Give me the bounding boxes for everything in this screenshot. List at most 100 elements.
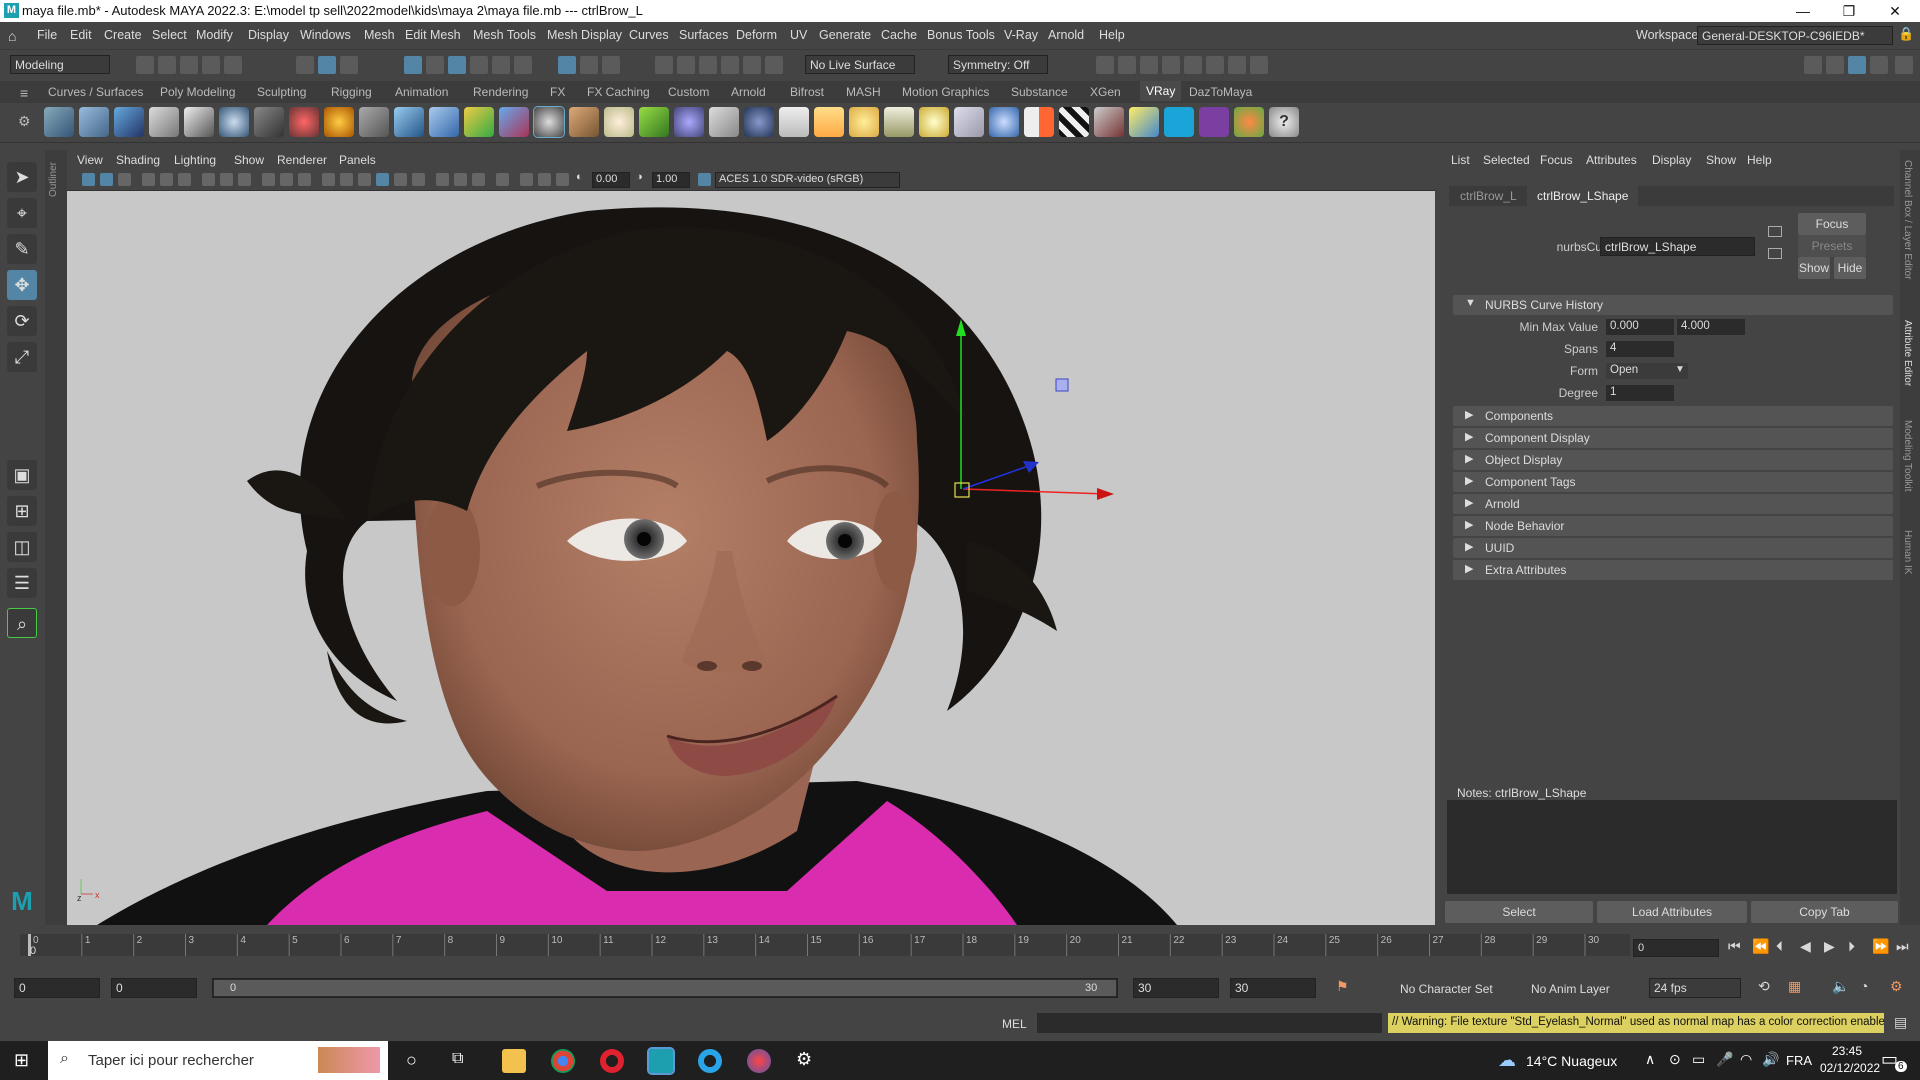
xray-components-icon[interactable] bbox=[556, 173, 569, 186]
shelf-tab-poly-modeling[interactable]: Poly Modeling bbox=[160, 85, 235, 99]
viewport-menu-show[interactable]: Show bbox=[234, 153, 264, 167]
symmetry-dropdown[interactable]: Symmetry: Off bbox=[948, 55, 1048, 74]
outliner-strip[interactable]: Outliner bbox=[45, 150, 67, 925]
chrome-icon[interactable] bbox=[551, 1049, 575, 1073]
section-arnold[interactable]: ▶ Arnold bbox=[1453, 494, 1893, 514]
shelf-tab-motion-graphics[interactable]: Motion Graphics bbox=[902, 85, 989, 99]
channel-box-icon[interactable] bbox=[1895, 56, 1913, 74]
vray-fur-icon[interactable] bbox=[429, 107, 459, 137]
character-set-dropdown[interactable]: No Character Set bbox=[1400, 982, 1493, 996]
tool-settings-icon[interactable] bbox=[1870, 56, 1888, 74]
section-components[interactable]: ▶ Components bbox=[1453, 406, 1893, 426]
minimize-button[interactable]: — bbox=[1780, 0, 1826, 22]
wifi-icon[interactable]: ◠ bbox=[1740, 1051, 1752, 1068]
settings-gear-icon[interactable]: ⚙ bbox=[796, 1049, 812, 1070]
playback-speed-icon[interactable]: ◔ bbox=[1860, 978, 1868, 994]
film-gate-icon[interactable] bbox=[220, 173, 233, 186]
scale-tool-icon[interactable]: ⤢ bbox=[7, 342, 37, 372]
fps-dropdown[interactable]: 24 fps bbox=[1649, 978, 1741, 998]
vray-ball-icon[interactable] bbox=[744, 107, 774, 137]
vray-checker-icon[interactable] bbox=[1059, 107, 1089, 137]
render-icon[interactable] bbox=[721, 56, 739, 74]
menu-vray[interactable]: V-Ray bbox=[1004, 28, 1038, 42]
presets-button[interactable]: Presets bbox=[1798, 235, 1866, 257]
step-forward-frame-icon[interactable]: ⏵ bbox=[1848, 938, 1855, 955]
viewport-menu-lighting[interactable]: Lighting bbox=[174, 153, 216, 167]
grease-pencil-icon[interactable] bbox=[178, 173, 191, 186]
shelf-tab-mash[interactable]: MASH bbox=[846, 85, 881, 99]
human-ik-tab[interactable]: Human IK bbox=[1902, 530, 1913, 574]
maya-taskbar-icon[interactable] bbox=[647, 1047, 675, 1075]
open-scene-icon[interactable] bbox=[158, 56, 176, 74]
current-frame-field[interactable]: 0 bbox=[1633, 939, 1719, 957]
ambient-occlusion-icon[interactable] bbox=[436, 173, 449, 186]
vray-gear-icon[interactable] bbox=[674, 107, 704, 137]
vray-sun-icon[interactable] bbox=[919, 107, 949, 137]
task-view-icon[interactable]: ⧉ bbox=[452, 1050, 463, 1068]
input-language[interactable]: FRA bbox=[1786, 1053, 1812, 1068]
gamma-field[interactable]: 1.00 bbox=[652, 172, 690, 188]
vray-sphere-icon[interactable] bbox=[219, 107, 249, 137]
highlight-icon[interactable] bbox=[602, 56, 620, 74]
ae-menu-focus[interactable]: Focus bbox=[1540, 153, 1573, 167]
two-view-icon[interactable]: ◫ bbox=[7, 532, 37, 562]
render-view-icon[interactable] bbox=[1096, 56, 1114, 74]
shadows-icon[interactable] bbox=[412, 173, 425, 186]
anti-aliasing-icon[interactable] bbox=[472, 173, 485, 186]
section-uuid[interactable]: ▶ UUID bbox=[1453, 538, 1893, 558]
menu-generate[interactable]: Generate bbox=[819, 28, 871, 42]
vray-frame-buffer-icon[interactable] bbox=[114, 107, 144, 137]
node-name-field[interactable]: ctrlBrow_LShape bbox=[1600, 237, 1755, 256]
ipr-render-icon[interactable] bbox=[1140, 56, 1158, 74]
snap-pivot-icon[interactable] bbox=[514, 56, 532, 74]
cortana-icon[interactable]: ○ bbox=[406, 1050, 417, 1071]
network-icon[interactable]: ⊙ bbox=[1669, 1051, 1681, 1068]
history-icon[interactable] bbox=[677, 56, 695, 74]
scene-render[interactable]: z x bbox=[67, 191, 1435, 925]
vray-clipper-icon[interactable] bbox=[499, 107, 529, 137]
new-scene-icon[interactable] bbox=[136, 56, 154, 74]
time-slider[interactable]: 0 1 2 3 4 5 6 7 8 9 10 11 12 13 14 15 16 17 18 19 20 21 22 23 24… bbox=[0, 928, 1920, 958]
ae-tab-transform[interactable]: ctrlBrow_L bbox=[1460, 189, 1517, 203]
attribute-editor-toggle-icon[interactable] bbox=[1848, 56, 1866, 74]
menu-modify[interactable]: Modify bbox=[196, 28, 233, 42]
scene-end-field[interactable]: 30 bbox=[1230, 978, 1316, 998]
exposure-field[interactable]: 0.00 bbox=[592, 172, 630, 188]
vray-ies-light-icon[interactable] bbox=[884, 107, 914, 137]
vray-globe-icon[interactable] bbox=[604, 107, 634, 137]
play-forwards-icon[interactable]: ▶ bbox=[1824, 938, 1835, 955]
use-all-lights-icon[interactable] bbox=[394, 173, 407, 186]
viewport-3d[interactable]: z x bbox=[67, 191, 1435, 925]
menu-cache[interactable]: Cache bbox=[881, 28, 917, 42]
viewport-menu-view[interactable]: View bbox=[77, 153, 103, 167]
go-to-output-icon[interactable] bbox=[1768, 248, 1782, 259]
weather-text[interactable]: 14°C Nuageux bbox=[1526, 1053, 1617, 1069]
camera-attributes-icon[interactable] bbox=[100, 173, 113, 186]
range-handle[interactable] bbox=[214, 980, 1116, 996]
file-explorer-icon[interactable] bbox=[502, 1049, 526, 1073]
wireframe-icon[interactable] bbox=[322, 173, 335, 186]
resolution-gate-icon[interactable] bbox=[238, 173, 251, 186]
shelf-tab-vray[interactable]: VRay bbox=[1140, 81, 1182, 101]
home-icon[interactable]: ⌂ bbox=[8, 28, 16, 44]
shelf-tab-custom[interactable]: Custom bbox=[668, 85, 709, 99]
redo-icon[interactable] bbox=[224, 56, 242, 74]
select-component-icon[interactable] bbox=[340, 56, 358, 74]
help-line-icon[interactable] bbox=[558, 56, 576, 74]
menu-surfaces[interactable]: Surfaces bbox=[679, 28, 728, 42]
outliner-label[interactable]: Outliner bbox=[48, 162, 59, 197]
shelf-menu-icon[interactable]: ≡ bbox=[20, 85, 28, 101]
ae-menu-help[interactable]: Help bbox=[1747, 153, 1772, 167]
menu-deform[interactable]: Deform bbox=[736, 28, 777, 42]
max-value-field[interactable]: 4.000 bbox=[1677, 319, 1745, 335]
anim-layer-dropdown[interactable]: No Anim Layer bbox=[1531, 982, 1610, 996]
snap-view-icon[interactable] bbox=[470, 56, 488, 74]
ae-menu-show[interactable]: Show bbox=[1706, 153, 1736, 167]
rotate-tool-icon[interactable]: ⟳ bbox=[7, 306, 37, 336]
vray-settings-icon[interactable] bbox=[44, 107, 74, 137]
clock-time[interactable]: 23:45 bbox=[1832, 1044, 1862, 1058]
layout-icon-2[interactable] bbox=[1826, 56, 1844, 74]
menu-file[interactable]: File bbox=[37, 28, 57, 42]
undo-icon[interactable] bbox=[202, 56, 220, 74]
spans-field[interactable]: 4 bbox=[1606, 341, 1674, 357]
